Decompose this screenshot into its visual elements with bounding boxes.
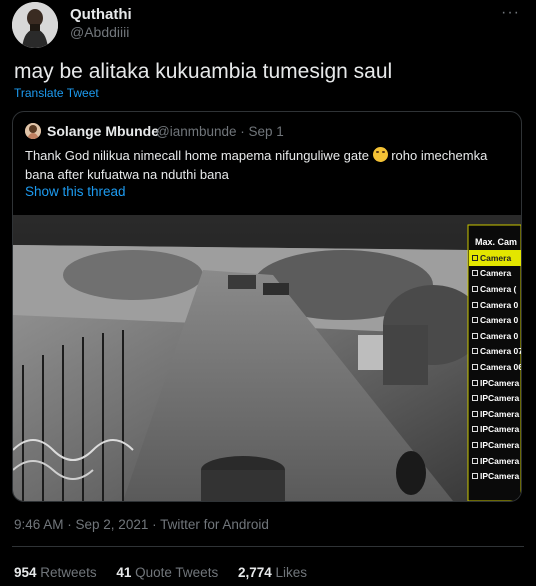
camera-label: Camera 07: [480, 346, 521, 357]
camera-checkbox-icon: [472, 348, 478, 355]
camera-list-item: Camera 0: [469, 312, 521, 328]
camera-checkbox-icon: [472, 441, 478, 448]
camera-label: Camera (: [480, 283, 517, 294]
tweet-header: Quthathi @Abddiiii ···: [12, 2, 524, 48]
camera-list-item: IPCamera 0: [469, 422, 521, 438]
camera-label: IPCamera 0: [480, 408, 521, 419]
camera-list-item: IPCamera 05: [469, 453, 521, 469]
camera-checkbox-icon: [472, 457, 478, 464]
camera-panel-header: Max. Cam: [475, 237, 518, 247]
retweets-count: 954: [14, 565, 37, 580]
camera-label: Camera 0: [480, 315, 519, 326]
camera-list-item: IPCamera 04: [469, 437, 521, 453]
camera-label: Camera 06: [480, 361, 521, 372]
quoted-author-name: Solange Mbunde: [47, 123, 159, 139]
tweet-stats: 954 Retweets 41 Quote Tweets 2,774 Likes: [14, 565, 323, 580]
tweet-text: may be alitaka kukuambia tumesign saul: [14, 60, 393, 83]
camera-list-item: IPCamera 06: [469, 468, 521, 484]
camera-list-item: IPCamera 0: [469, 406, 521, 422]
camera-checkbox-icon: [472, 395, 478, 402]
camera-list-item: Camera 0: [469, 297, 521, 313]
camera-label: IPCamera 0: [480, 393, 521, 404]
camera-label: Camera 0: [480, 299, 519, 310]
quote-tweets-label: Quote Tweets: [135, 565, 219, 580]
divider-top: [12, 546, 524, 547]
translate-tweet-link[interactable]: Translate Tweet: [14, 86, 99, 100]
camera-list-item: Camera 07: [469, 344, 521, 360]
camera-list-item: Camera: [469, 250, 521, 266]
camera-list-item: IPCamera 0: [469, 390, 521, 406]
camera-list: Camera Camera Camera ( Camera 0 Camera 0 Came…: [469, 250, 521, 484]
camera-label: Camera 0: [480, 330, 519, 341]
camera-checkbox-icon: [472, 410, 478, 417]
more-options-icon[interactable]: ···: [501, 4, 520, 22]
tweet-timestamp[interactable]: 9:46 AM · Sep 2, 2021 · Twitter for Andr…: [14, 517, 269, 532]
camera-checkbox-icon: [472, 317, 478, 324]
quoted-tweet-media[interactable]: Max. Cam Camera Camera Camera (Camera 0 Cam…: [13, 215, 521, 501]
camera-label: Camera: [480, 252, 512, 263]
crying-face-icon: [372, 147, 388, 162]
quoted-author-avatar: [25, 123, 41, 139]
show-thread-link[interactable]: Show this thread: [25, 184, 126, 199]
camera-list-item: Camera (: [469, 281, 521, 297]
camera-label: IPCamera 05: [480, 455, 521, 466]
quoted-tweet[interactable]: Solange Mbunde @ianmbunde · Sep 1 Thank …: [12, 111, 522, 502]
camera-list-item: Camera 0: [469, 328, 521, 344]
author-name[interactable]: Quthathi: [70, 6, 132, 23]
camera-checkbox-icon: [472, 426, 478, 433]
camera-label: Camera: [480, 268, 512, 279]
camera-label: IPCamera 0: [480, 424, 521, 435]
camera-list-item: Camera: [469, 266, 521, 282]
retweets-label: Retweets: [40, 565, 97, 580]
camera-checkbox-icon: [472, 254, 478, 261]
camera-label: IPCamera (: [480, 377, 521, 388]
camera-label: IPCamera 04: [480, 439, 521, 450]
camera-checkbox-icon: [472, 363, 478, 370]
author-avatar[interactable]: [12, 2, 58, 48]
retweets-stat[interactable]: 954 Retweets: [14, 565, 97, 580]
camera-checkbox-icon: [472, 473, 478, 480]
camera-list-item: IPCamera (: [469, 375, 521, 391]
camera-checkbox-icon: [472, 270, 478, 277]
quote-tweets-count: 41: [116, 565, 132, 580]
camera-checkbox-icon: [472, 332, 478, 339]
camera-label: IPCamera 06: [480, 471, 521, 482]
camera-checkbox-icon: [472, 301, 478, 308]
likes-label: Likes: [275, 565, 308, 580]
camera-checkbox-icon: [472, 285, 478, 292]
camera-checkbox-icon: [472, 379, 478, 386]
quote-tweets-stat[interactable]: 41 Quote Tweets: [116, 565, 218, 580]
quoted-author-handle-date: @ianmbunde · Sep 1: [156, 124, 284, 139]
camera-list-item: Camera 06: [469, 359, 521, 375]
quoted-text-part-1: Thank God nilikua nimecall home mapema n…: [25, 148, 373, 163]
quoted-tweet-text: Thank God nilikua nimecall home mapema n…: [25, 146, 511, 184]
author-handle[interactable]: @Abddiiii: [70, 24, 129, 40]
likes-count: 2,774: [237, 565, 272, 580]
likes-stat[interactable]: 2,774 Likes: [238, 565, 307, 580]
